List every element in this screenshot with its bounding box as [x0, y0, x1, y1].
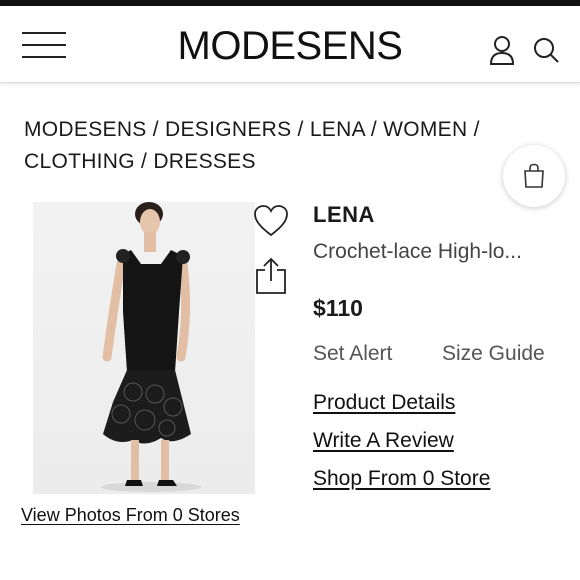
breadcrumb-women[interactable]: WOMEN	[383, 118, 467, 141]
user-icon[interactable]	[488, 34, 516, 66]
breadcrumb-dresses[interactable]: DRESSES	[153, 150, 255, 173]
view-photos-link[interactable]: View Photos From 0 Stores	[21, 505, 240, 526]
shopping-bag-button[interactable]	[503, 145, 565, 207]
breadcrumb-separator: /	[146, 118, 165, 141]
hamburger-menu-icon[interactable]	[22, 30, 66, 62]
breadcrumb-lena[interactable]: LENA	[310, 118, 365, 141]
breadcrumb-separator: /	[291, 118, 310, 141]
size-guide-button[interactable]: Size Guide	[442, 342, 545, 366]
brand-name[interactable]: LENA	[313, 202, 375, 228]
shopping-bag-icon	[524, 163, 544, 188]
breadcrumb-separator: /	[134, 150, 154, 173]
site-logo[interactable]: MODESENS	[160, 22, 420, 70]
product-details-link[interactable]: Product Details	[313, 391, 455, 415]
shop-from-store-link[interactable]: Shop From 0 Store	[313, 467, 490, 491]
search-icon[interactable]	[532, 36, 560, 66]
breadcrumb-designers[interactable]: DESIGNERS	[165, 118, 291, 141]
share-icon[interactable]	[254, 257, 288, 295]
product-name: Crochet-lace High-lo...	[313, 240, 522, 263]
breadcrumb-clothing[interactable]: CLOTHING	[24, 150, 135, 173]
breadcrumb-separator: /	[467, 118, 480, 141]
breadcrumb-separator: /	[364, 118, 384, 141]
heart-icon[interactable]	[253, 204, 289, 238]
header: MODESENS	[0, 6, 580, 83]
breadcrumb-modesens[interactable]: MODESENS	[24, 118, 147, 141]
set-alert-button[interactable]: Set Alert	[313, 342, 392, 366]
product-image[interactable]	[33, 202, 255, 494]
write-review-link[interactable]: Write A Review	[313, 429, 454, 453]
breadcrumb: MODESENS / DESIGNERS / LENA / WOMEN / CL…	[24, 114, 524, 178]
price: $110	[313, 295, 363, 321]
